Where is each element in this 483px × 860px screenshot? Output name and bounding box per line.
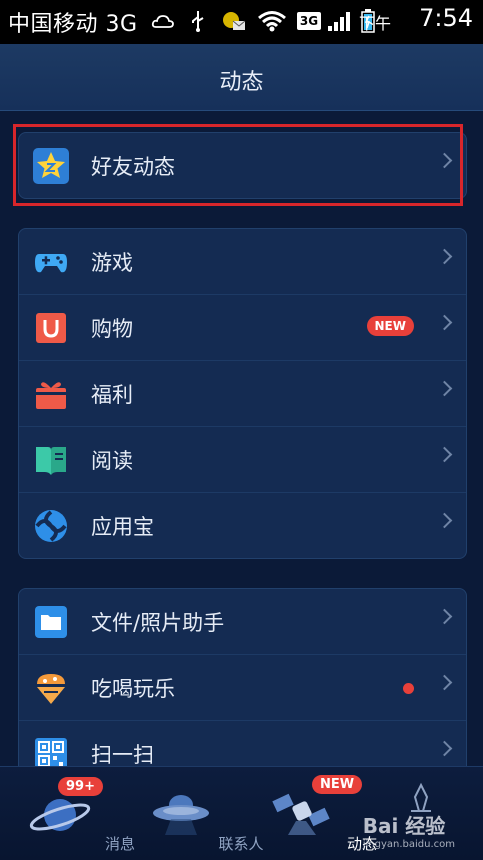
chevron-right-icon <box>436 446 453 463</box>
tab-feed[interactable]: NEW 动态 <box>242 767 377 860</box>
watermark-brand: Bai 经验 <box>362 814 446 838</box>
notification-icon <box>220 8 248 34</box>
row-games[interactable]: 游戏 <box>19 229 466 295</box>
gift-icon <box>33 376 69 412</box>
chevron-right-icon <box>436 380 453 397</box>
food-icon <box>33 670 69 706</box>
network-type-label: 3G <box>296 12 322 30</box>
gamepad-icon <box>33 244 69 280</box>
row-food-fun[interactable]: 吃喝玩乐 <box>19 655 466 721</box>
tab-messages[interactable]: 99+ 消息 <box>0 767 135 860</box>
row-label: 应用宝 <box>91 515 154 539</box>
chevron-right-icon <box>436 608 453 625</box>
wifi-icon <box>256 8 288 34</box>
highlight-box <box>13 124 463 206</box>
chevron-right-icon <box>436 674 453 691</box>
row-label: 福利 <box>91 383 133 407</box>
baidu-watermark: Bai 经验 jingyan.baidu.com <box>363 810 455 850</box>
shopping-bag-icon <box>33 310 69 346</box>
row-label: 购物 <box>91 317 133 341</box>
chevron-right-icon <box>436 314 453 331</box>
usb-icon <box>188 8 208 34</box>
carrier-label: 中国移动 3G <box>8 12 138 37</box>
app-store-icon <box>33 508 69 544</box>
page-title: 动态 <box>219 70 264 95</box>
unread-badge: 99+ <box>58 777 103 796</box>
row-scan[interactable]: 扫一扫 <box>19 721 466 767</box>
network-type-icon: 3G <box>296 8 322 34</box>
status-bar: 中国移动 3G 3G 下午 7:54 <box>0 0 483 44</box>
book-icon <box>33 442 69 478</box>
notification-dot <box>403 683 414 694</box>
row-label: 吃喝玩乐 <box>91 677 175 701</box>
chevron-right-icon <box>436 248 453 265</box>
row-label: 游戏 <box>91 251 133 275</box>
row-app-store[interactable]: 应用宝 <box>19 493 466 558</box>
new-badge: NEW <box>312 775 363 794</box>
chevron-right-icon <box>436 512 453 529</box>
weather-icon <box>150 8 176 34</box>
row-label: 扫一扫 <box>91 743 154 767</box>
row-label: 文件/照片助手 <box>91 611 225 635</box>
qr-code-icon <box>33 736 69 767</box>
row-reading[interactable]: 阅读 <box>19 427 466 493</box>
group-tools: 文件/照片助手 吃喝玩乐 扫一扫 <box>18 588 467 767</box>
clock-time: 7:54 <box>419 4 473 32</box>
bottom-tab-bar: 99+ 消息 联系人 NEW 动态 Bai 经验 jingyan.baidu.c… <box>0 766 483 860</box>
row-benefits[interactable]: 福利 <box>19 361 466 427</box>
new-badge: NEW <box>366 316 414 336</box>
folder-icon <box>33 604 69 640</box>
page-header: 动态 <box>0 44 483 111</box>
group-services: 游戏 购物 NEW 福利 阅读 应用宝 <box>18 228 467 559</box>
watermark-url: jingyan.baidu.com <box>362 839 455 850</box>
ampm-label: 下午 <box>358 14 391 33</box>
row-label: 阅读 <box>91 449 133 473</box>
chevron-right-icon <box>436 740 453 757</box>
signal-icon <box>326 8 354 34</box>
tab-contacts[interactable]: 联系人 <box>121 767 264 860</box>
row-shopping[interactable]: 购物 NEW <box>19 295 466 361</box>
row-file-photo-assistant[interactable]: 文件/照片助手 <box>19 589 466 655</box>
